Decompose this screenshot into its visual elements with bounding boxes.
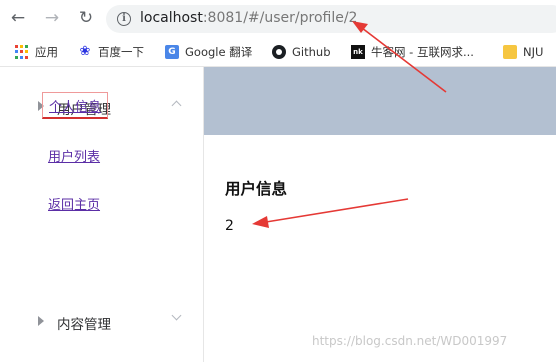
baidu-paw-icon: ❀ xyxy=(79,44,91,59)
bookmark-label: Github xyxy=(292,45,331,59)
bookmarks-bar: 应用 ❀ 百度一下 G Google 翻译 Github nk 牛客网 - 互联… xyxy=(0,38,556,66)
bookmark-label: 百度一下 xyxy=(98,45,144,59)
bookmark-label: 牛客网 - 互联网求... xyxy=(371,45,474,59)
arrow-left-icon[interactable]: ← xyxy=(8,8,28,28)
sidebar-link-user-list[interactable]: 用户列表 xyxy=(48,146,100,165)
caret-right-icon xyxy=(38,316,44,326)
bookmark-nju[interactable]: NJU xyxy=(503,43,543,61)
arrow-right-icon[interactable]: → xyxy=(42,8,62,28)
bookmark-label: 应用 xyxy=(35,45,58,59)
annotation-arrow-id xyxy=(252,198,409,228)
bookmark-nowcoder[interactable]: nk 牛客网 - 互联网求... xyxy=(351,43,474,61)
github-icon xyxy=(272,45,286,59)
google-translate-icon: G xyxy=(165,45,179,59)
reload-icon[interactable]: ↻ xyxy=(76,8,96,28)
bookmark-baidu[interactable]: ❀ 百度一下 xyxy=(78,43,144,61)
url-text[interactable]: localhost:8081/#/user/profile/2 xyxy=(140,10,357,26)
watermark-text: https://blog.csdn.net/WD001997 xyxy=(312,334,508,348)
url-path: :8081/#/user/profile/2 xyxy=(202,10,358,26)
menu-group-label: 内容管理 xyxy=(57,317,111,333)
menu-group-content-management[interactable]: 内容管理 xyxy=(0,302,203,342)
chevron-up-icon xyxy=(171,100,182,111)
bookmark-label: NJU xyxy=(523,45,544,59)
bookmark-label: Google 翻译 xyxy=(185,45,253,59)
address-bar[interactable]: i localhost:8081/#/user/profile/2 xyxy=(106,5,556,33)
user-id-value: 2 xyxy=(225,218,234,234)
header-band xyxy=(204,67,556,135)
browser-toolbar: ← → ↻ i localhost:8081/#/user/profile/2 xyxy=(0,0,556,38)
bookmark-google-translate[interactable]: G Google 翻译 xyxy=(165,43,252,61)
bookmark-apps[interactable]: 应用 xyxy=(15,43,58,61)
nowcoder-icon: nk xyxy=(351,45,365,59)
apps-grid-icon xyxy=(15,45,29,59)
sidebar-link-profile[interactable]: 个人信息 xyxy=(42,92,109,119)
folder-icon xyxy=(503,45,517,59)
sidebar-link-home[interactable]: 返回主页 xyxy=(48,194,100,213)
info-icon[interactable]: i xyxy=(117,12,131,26)
page-title: 用户信息 xyxy=(225,180,288,198)
url-host: localhost xyxy=(140,10,203,26)
bookmark-github[interactable]: Github xyxy=(272,43,331,61)
chevron-down-icon xyxy=(171,310,182,321)
